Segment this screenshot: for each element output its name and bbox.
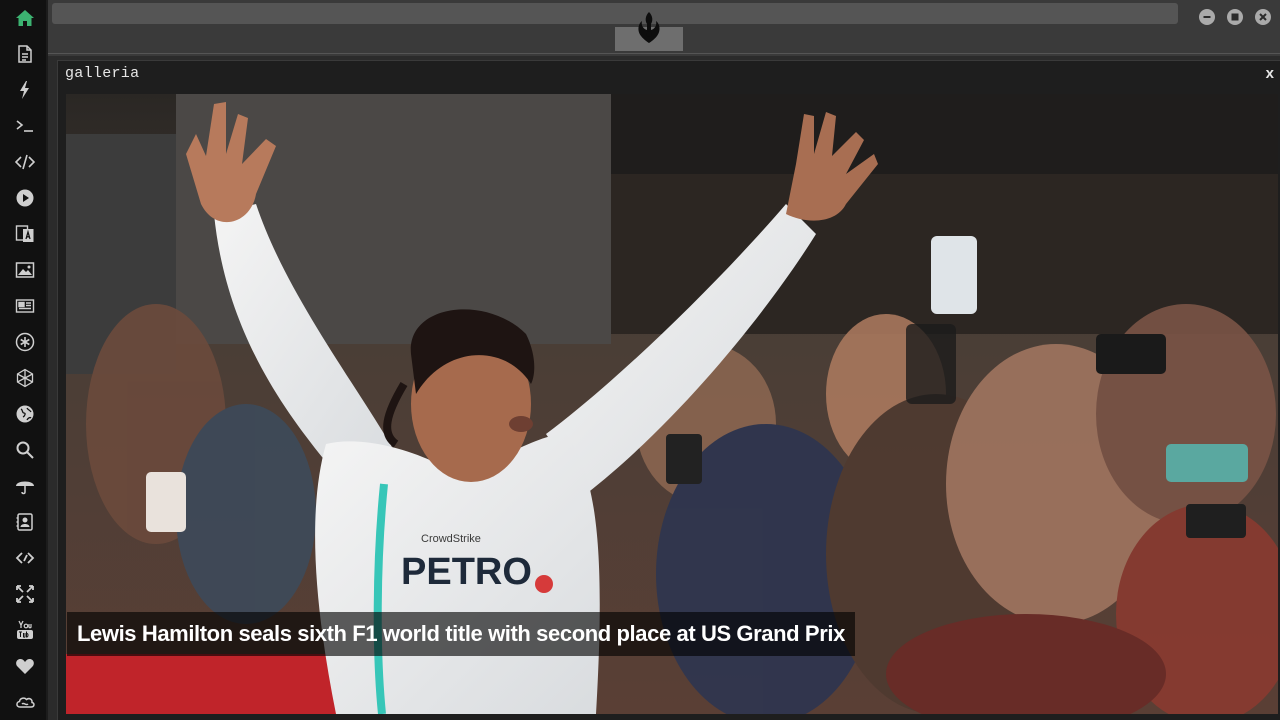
svg-text:PETRO: PETRO bbox=[401, 551, 532, 593]
home-icon[interactable] bbox=[12, 5, 38, 31]
search-icon[interactable] bbox=[12, 437, 38, 463]
sidebar bbox=[0, 0, 48, 720]
play-icon[interactable] bbox=[12, 185, 38, 211]
code-icon[interactable] bbox=[12, 149, 38, 175]
svg-text:CrowdStrike: CrowdStrike bbox=[421, 533, 481, 545]
maximize-button[interactable] bbox=[1227, 9, 1243, 25]
minimize-button[interactable] bbox=[1199, 9, 1215, 25]
address-bar[interactable] bbox=[52, 3, 1178, 24]
umbrella-icon[interactable] bbox=[12, 473, 38, 499]
window-close-button[interactable]: x bbox=[1266, 65, 1274, 82]
rebel-alliance-logo-icon bbox=[638, 12, 660, 43]
youtube-icon[interactable] bbox=[12, 617, 38, 643]
divider bbox=[48, 53, 1280, 54]
caption-text: Lewis Hamilton seals sixth F1 world titl… bbox=[77, 621, 845, 646]
cloud-icon[interactable] bbox=[12, 689, 38, 715]
window-title: galleria bbox=[65, 65, 140, 82]
maximize-icon bbox=[1231, 13, 1239, 21]
asterisk-icon[interactable] bbox=[12, 329, 38, 355]
close-icon bbox=[1259, 13, 1267, 21]
embed-icon[interactable] bbox=[12, 545, 38, 571]
terminal-icon[interactable] bbox=[12, 113, 38, 139]
document-icon[interactable] bbox=[12, 41, 38, 67]
newspaper-icon[interactable] bbox=[12, 293, 38, 319]
translate-icon[interactable] bbox=[12, 221, 38, 247]
bolt-icon[interactable] bbox=[12, 77, 38, 103]
contact-icon[interactable] bbox=[12, 509, 38, 535]
close-window-button[interactable] bbox=[1255, 9, 1271, 25]
expand-icon[interactable] bbox=[12, 581, 38, 607]
network-icon[interactable] bbox=[12, 365, 38, 391]
heart-icon[interactable] bbox=[12, 653, 38, 679]
gallery-caption: Lewis Hamilton seals sixth F1 world titl… bbox=[67, 612, 855, 656]
image-icon[interactable] bbox=[12, 257, 38, 283]
globe-icon[interactable] bbox=[12, 401, 38, 427]
minimize-icon bbox=[1203, 16, 1211, 18]
